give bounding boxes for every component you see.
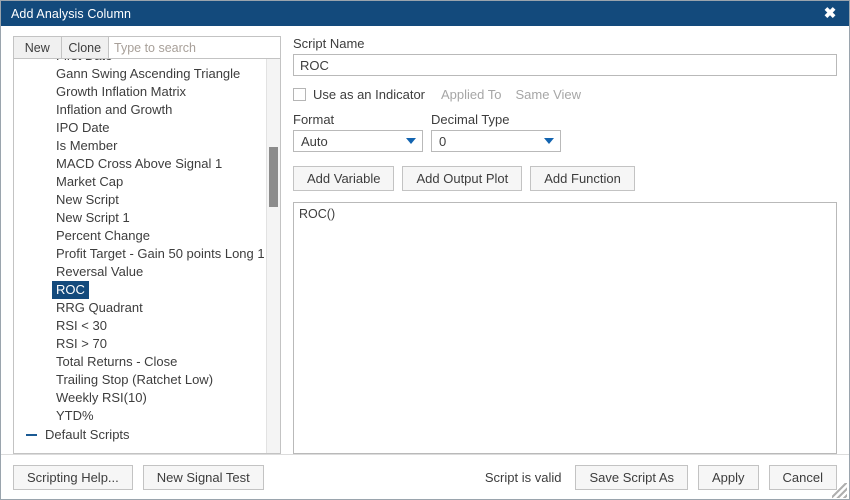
tree-group-default-scripts[interactable]: Default Scripts [14, 425, 266, 445]
list-item-selected[interactable]: ROC [14, 281, 266, 299]
list-item[interactable]: Growth Inflation Matrix [14, 83, 266, 101]
script-builder-actions: Add Variable Add Output Plot Add Functio… [293, 166, 837, 191]
list-item[interactable]: Gann Swing Ascending Triangle [14, 65, 266, 83]
new-script-button[interactable]: New [13, 36, 61, 59]
decimal-type-label: Decimal Type [431, 112, 510, 127]
footer-left-actions: Scripting Help... New Signal Test [13, 464, 264, 490]
cancel-button[interactable]: Cancel [768, 464, 837, 490]
list-item-label: MACD Cross Above Signal 1 [56, 156, 223, 171]
add-variable-button[interactable]: Add Variable [293, 166, 395, 191]
list-item-label: Is Member [56, 138, 118, 153]
list-item-label: RSI < 30 [56, 318, 107, 333]
decimal-type-field: Decimal Type 0 [431, 112, 561, 152]
list-item-label: New Script [56, 192, 119, 207]
script-list: First Date Gann Swing Ascending Triangle… [14, 59, 266, 445]
dialog-title: Add Analysis Column [11, 6, 132, 21]
clone-script-button[interactable]: Clone [60, 36, 108, 59]
list-item[interactable]: Percent Change [14, 227, 266, 245]
list-item-label: Market Cap [56, 174, 124, 189]
list-item[interactable]: RSI > 70 [14, 335, 266, 353]
list-item[interactable]: New Script [14, 191, 266, 209]
list-item[interactable]: RRG Quadrant [14, 299, 266, 317]
list-item-label: Growth Inflation Matrix [56, 84, 187, 99]
list-item-label: Profit Target - Gain 50 points Long 1 [56, 246, 265, 261]
script-list-container: First Date Gann Swing Ascending Triangle… [13, 59, 281, 454]
script-name-input[interactable] [293, 54, 837, 76]
list-item[interactable]: Profit Target - Gain 50 points Long 1 [14, 245, 266, 263]
script-validity-status: Script is valid [484, 469, 562, 485]
list-item-label: Inflation and Growth [56, 102, 173, 117]
list-item[interactable]: Trailing Stop (Ratchet Low) [14, 371, 266, 389]
add-function-button[interactable]: Add Function [530, 166, 635, 191]
scrollbar-thumb[interactable] [269, 147, 278, 207]
script-editor-panel: Script Name Use as an Indicator Applied … [293, 36, 841, 454]
add-analysis-column-dialog: Add Analysis Column ✖ New Clone First Da… [0, 0, 850, 500]
dialog-body: New Clone First Date Gann Swing Ascendin… [1, 26, 849, 454]
save-script-as-button[interactable]: Save Script As [575, 464, 688, 490]
format-select[interactable]: Auto [293, 130, 423, 152]
list-item[interactable]: IPO Date [14, 119, 266, 137]
list-item[interactable]: New Script 1 [14, 209, 266, 227]
list-item-label: Gann Swing Ascending Triangle [56, 66, 241, 81]
list-item[interactable]: Weekly RSI(10) [14, 389, 266, 407]
new-signal-test-button[interactable]: New Signal Test [142, 464, 264, 490]
list-item[interactable]: Market Cap [14, 173, 266, 191]
apply-button[interactable]: Apply [698, 464, 759, 490]
list-item-label: Trailing Stop (Ratchet Low) [56, 372, 214, 387]
list-item-label: RRG Quadrant [56, 300, 143, 315]
use-as-indicator-checkbox[interactable] [293, 88, 306, 101]
add-output-plot-button[interactable]: Add Output Plot [402, 166, 523, 191]
decimal-type-select[interactable]: 0 [431, 130, 561, 152]
list-item-label: RSI > 70 [56, 336, 107, 351]
scripting-help-button[interactable]: Scripting Help... [13, 464, 133, 490]
list-item-label: New Script 1 [56, 210, 130, 225]
list-item[interactable]: Reversal Value [14, 263, 266, 281]
list-item[interactable]: YTD% [14, 407, 266, 425]
list-item-label: Weekly RSI(10) [56, 390, 147, 405]
script-name-label: Script Name [293, 36, 365, 51]
format-label: Format [293, 112, 335, 127]
decimal-type-select-value: 0 [439, 133, 447, 149]
dialog-footer: Scripting Help... New Signal Test Script… [1, 454, 849, 499]
list-item[interactable]: Is Member [14, 137, 266, 155]
list-item-label: Total Returns - Close [56, 354, 178, 369]
script-code-editor[interactable]: ROC() [293, 202, 837, 454]
format-select-value: Auto [301, 133, 328, 149]
format-decimal-row: Format Auto Decimal Type 0 [293, 112, 837, 152]
list-item-label: Percent Change [56, 228, 150, 243]
script-list-scrollarea: First Date Gann Swing Ascending Triangle… [14, 59, 266, 453]
list-item-label: Reversal Value [56, 264, 144, 279]
script-list-panel: New Clone First Date Gann Swing Ascendin… [13, 36, 281, 454]
chevron-down-icon [544, 138, 554, 144]
list-item[interactable]: Inflation and Growth [14, 101, 266, 119]
list-item[interactable]: RSI < 30 [14, 317, 266, 335]
format-field: Format Auto [293, 112, 423, 152]
list-item[interactable]: Total Returns - Close [14, 353, 266, 371]
list-item-label: IPO Date [56, 120, 110, 135]
script-list-toolbar: New Clone [13, 36, 281, 59]
script-list-scrollbar[interactable] [266, 59, 280, 453]
applied-to-label: Applied To [441, 87, 502, 102]
list-item[interactable]: MACD Cross Above Signal 1 [14, 155, 266, 173]
chevron-down-icon [406, 138, 416, 144]
indicator-row: Use as an Indicator Applied To Same View [293, 87, 837, 102]
search-input[interactable] [108, 36, 281, 59]
dialog-titlebar: Add Analysis Column ✖ [1, 1, 849, 26]
minus-icon[interactable] [26, 430, 37, 441]
list-item-label: YTD% [56, 408, 94, 423]
applied-to-value: Same View [515, 87, 582, 102]
tree-group-label: Default Scripts [45, 427, 130, 442]
footer-right-actions: Script is valid Save Script As Apply Can… [484, 464, 837, 490]
close-icon[interactable]: ✖ [819, 3, 841, 25]
list-item-label: ROC [52, 281, 89, 299]
use-as-indicator-label: Use as an Indicator [313, 87, 426, 102]
